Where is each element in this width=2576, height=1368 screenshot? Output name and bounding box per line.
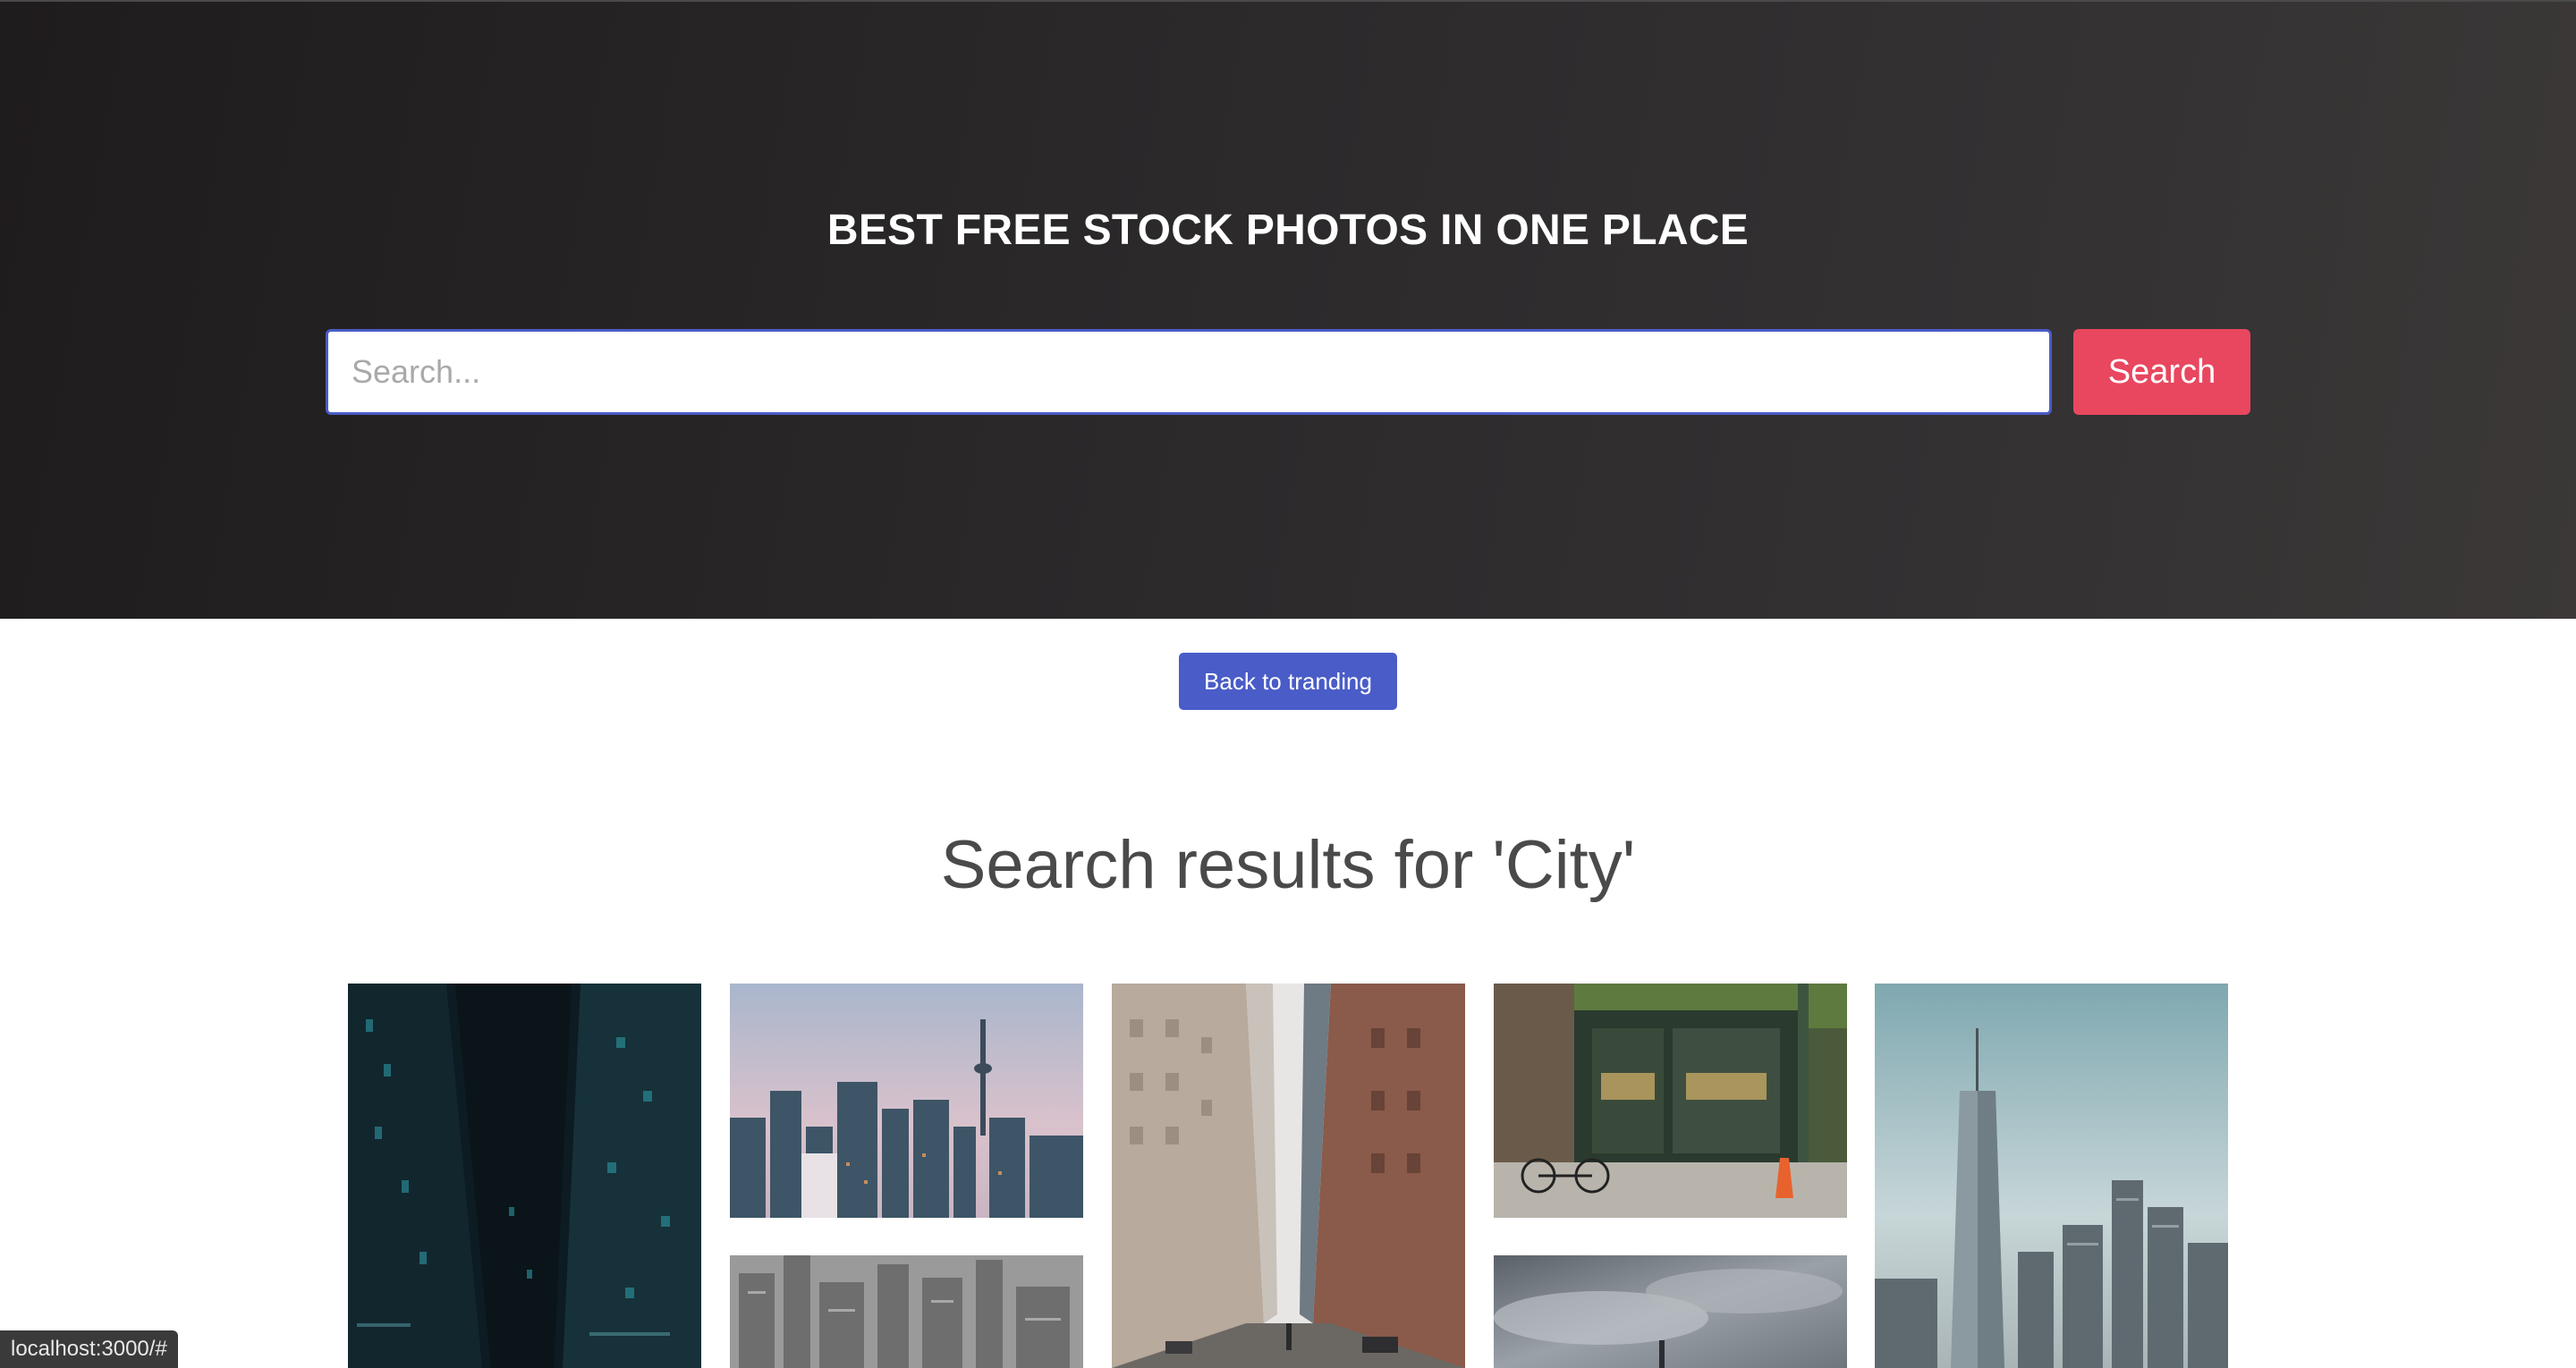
results-heading: Search results for 'City' [940, 827, 1636, 903]
back-to-trending-button[interactable]: Back to tranding [1179, 653, 1397, 710]
photo-dark-skyscrapers-image [348, 984, 701, 1368]
photo-bakery-storefront[interactable] [1494, 984, 1847, 1218]
photo-street-buildings-image [1112, 984, 1465, 1368]
hero-banner: BEST FREE STOCK PHOTOS IN ONE PLACE Sear… [0, 0, 2576, 619]
photo-bw-city-aerial-image [730, 1255, 1083, 1368]
photo-dark-skyscrapers[interactable] [348, 984, 701, 1368]
photo-street-buildings[interactable] [1112, 984, 1465, 1368]
photo-one-world-trade-image [1875, 984, 2228, 1368]
photo-cloudy-sky[interactable] [1494, 1255, 1847, 1368]
photo-toronto-skyline-image [730, 984, 1083, 1218]
photo-bw-city-aerial[interactable] [730, 1255, 1083, 1368]
search-button[interactable]: Search [2073, 329, 2250, 415]
photo-cloudy-sky-image [1494, 1255, 1847, 1368]
photo-one-world-trade[interactable] [1875, 984, 2228, 1368]
status-bar-url: localhost:3000/# [0, 1330, 178, 1368]
photo-toronto-skyline[interactable] [730, 984, 1083, 1218]
hero-title: BEST FREE STOCK PHOTOS IN ONE PLACE [826, 207, 1750, 254]
search-input[interactable] [326, 329, 2052, 415]
photo-bakery-storefront-image [1494, 984, 1847, 1218]
